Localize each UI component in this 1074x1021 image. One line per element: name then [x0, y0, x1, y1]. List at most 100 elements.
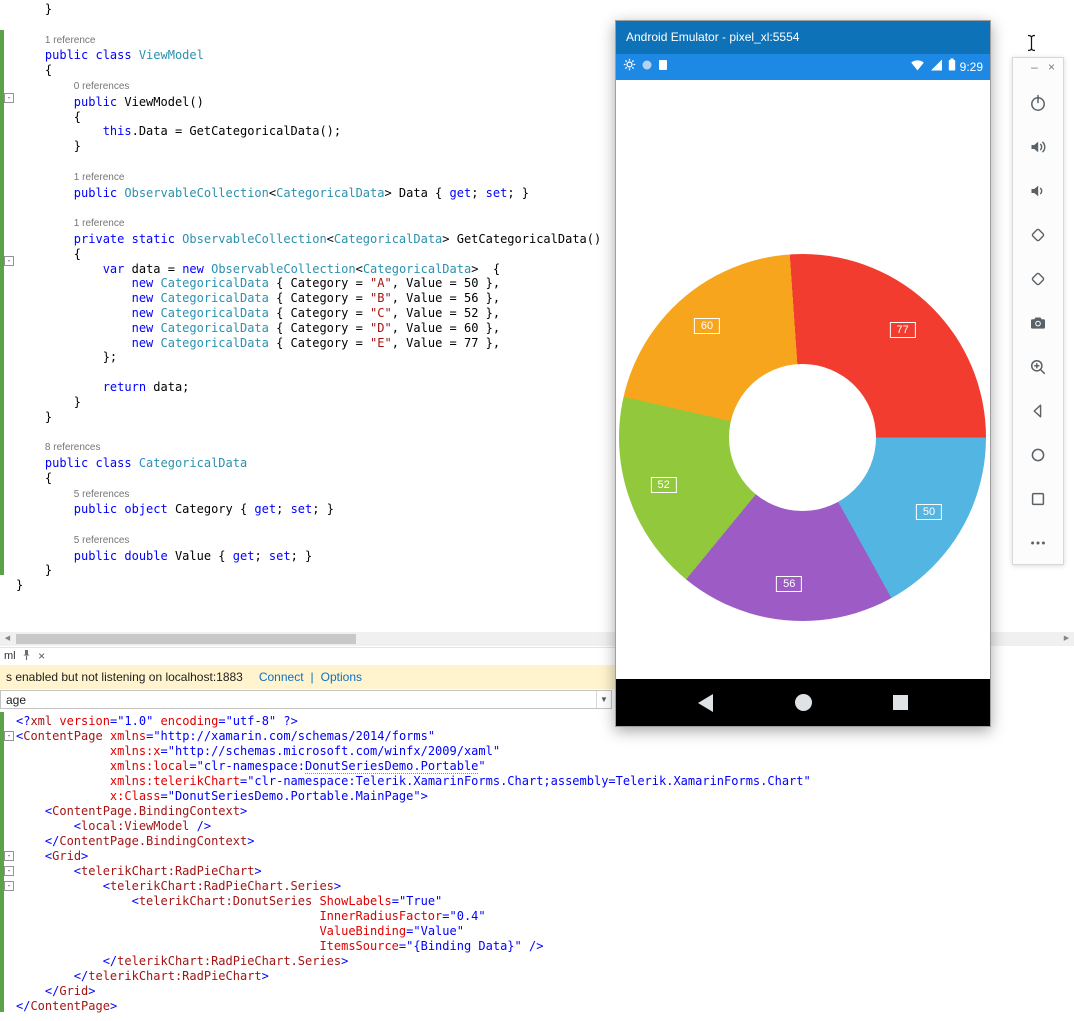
code-line[interactable]: }: [16, 139, 601, 154]
code-line[interactable]: </telerikChart:RadPieChart>: [16, 969, 811, 984]
code-line[interactable]: };: [16, 350, 601, 365]
collapse-toggle[interactable]: -: [4, 255, 14, 266]
code-line[interactable]: public ViewModel(): [16, 95, 601, 110]
emu-tool-rotate-right-icon[interactable]: [1025, 266, 1051, 292]
code-line[interactable]: <telerikChart:RadPieChart.Series>: [16, 879, 811, 894]
chart-label: 77: [889, 322, 916, 339]
code-line[interactable]: 5 references: [16, 486, 601, 503]
code-line[interactable]: xmlns:telerikChart="clr-namespace:Teleri…: [16, 774, 811, 789]
document-tab[interactable]: ml: [0, 650, 20, 662]
code-line[interactable]: }: [16, 563, 601, 578]
code-line[interactable]: public object Category { get; set; }: [16, 502, 601, 517]
code-line[interactable]: this.Data = GetCategoricalData();: [16, 124, 601, 139]
code-line[interactable]: <Grid>: [16, 849, 811, 864]
code-line[interactable]: <ContentPage.BindingContext>: [16, 804, 811, 819]
home-button[interactable]: [794, 694, 812, 711]
code-line[interactable]: ValueBinding="Value": [16, 924, 811, 939]
code-line[interactable]: [16, 200, 601, 215]
code-line[interactable]: public class ViewModel: [16, 48, 601, 63]
back-button[interactable]: [697, 693, 713, 712]
emu-tool-back-icon[interactable]: [1025, 398, 1051, 424]
collapse-toggle[interactable]: -: [4, 92, 14, 103]
emu-tool-more-icon[interactable]: [1025, 530, 1051, 556]
collapse-toggle[interactable]: -: [4, 866, 14, 876]
element-dropdown[interactable]: age ▼: [0, 690, 612, 709]
chart-label: 50: [915, 504, 943, 521]
code-line[interactable]: </Grid>: [16, 984, 811, 999]
emu-tool-home-icon[interactable]: [1025, 442, 1051, 468]
recents-button[interactable]: [893, 695, 909, 710]
minimize-button[interactable]: –: [1026, 60, 1043, 74]
code-line[interactable]: [16, 424, 601, 439]
code-line[interactable]: new CategoricalData { Category = "B", Va…: [16, 291, 601, 306]
code-line[interactable]: </ContentPage>: [16, 999, 811, 1014]
code-line[interactable]: private static ObservableCollection<Cate…: [16, 232, 601, 247]
code-line[interactable]: <telerikChart:RadPieChart>: [16, 864, 811, 879]
collapse-toggle[interactable]: -: [4, 881, 14, 891]
code-line[interactable]: {: [16, 110, 601, 125]
options-link[interactable]: Options: [321, 670, 362, 684]
emu-tool-volume-up-icon[interactable]: [1025, 134, 1051, 160]
code-line[interactable]: {: [16, 471, 601, 486]
code-line[interactable]: 1 reference: [16, 169, 601, 186]
emu-tool-volume-down-icon[interactable]: [1025, 178, 1051, 204]
code-line[interactable]: ItemsSource="{Binding Data}" />: [16, 939, 811, 954]
code-line[interactable]: InnerRadiusFactor="0.4": [16, 909, 811, 924]
wifi-icon: [910, 58, 925, 76]
code-line[interactable]: [16, 17, 601, 32]
collapse-toggle[interactable]: -: [4, 731, 14, 741]
code-line[interactable]: new CategoricalData { Category = "E", Va…: [16, 336, 601, 351]
code-line[interactable]: 0 references: [16, 78, 601, 95]
code-line[interactable]: <telerikChart:DonutSeries ShowLabels="Tr…: [16, 894, 811, 909]
code-line[interactable]: <local:ViewModel />: [16, 819, 811, 834]
code-line[interactable]: 5 references: [16, 532, 601, 549]
code-line[interactable]: var data = new ObservableCollection<Cate…: [16, 262, 601, 277]
code-line[interactable]: public class CategoricalData: [16, 456, 601, 471]
close-button[interactable]: ×: [1043, 60, 1060, 74]
code-line[interactable]: </ContentPage.BindingContext>: [16, 834, 811, 849]
code-line[interactable]: {: [16, 247, 601, 262]
code-line[interactable]: x:Class="DonutSeriesDemo.Portable.MainPa…: [16, 789, 811, 804]
donut-hole: [729, 364, 876, 511]
code-line[interactable]: new CategoricalData { Category = "A", Va…: [16, 276, 601, 291]
code-line[interactable]: xmlns:x="http://schemas.microsoft.com/wi…: [16, 744, 811, 759]
code-line[interactable]: {: [16, 63, 601, 78]
emu-tool-zoom-icon[interactable]: [1025, 354, 1051, 380]
pin-icon[interactable]: [20, 649, 34, 664]
connect-link[interactable]: Connect: [259, 670, 304, 684]
android-screen[interactable]: 50 56 52 60 77: [616, 80, 990, 679]
code-line[interactable]: return data;: [16, 380, 601, 395]
emu-tool-power-icon[interactable]: [1025, 90, 1051, 116]
code-line[interactable]: }: [16, 410, 601, 425]
csharp-editor[interactable]: } 1 reference public class ViewModel { 0…: [16, 2, 601, 593]
code-line[interactable]: public double Value { get; set; }: [16, 549, 601, 564]
emu-tool-screenshot-icon[interactable]: [1025, 310, 1051, 336]
code-line[interactable]: }: [16, 578, 601, 593]
code-line[interactable]: new CategoricalData { Category = "D", Va…: [16, 321, 601, 336]
close-icon[interactable]: ×: [34, 649, 50, 663]
chevron-down-icon[interactable]: ▼: [596, 691, 611, 708]
code-line[interactable]: xmlns:local="clr-namespace:DonutSeriesDe…: [16, 759, 811, 774]
code-line[interactable]: new CategoricalData { Category = "C", Va…: [16, 306, 601, 321]
code-line[interactable]: [16, 517, 601, 532]
scroll-right-arrow[interactable]: ▶: [1059, 632, 1074, 646]
code-line[interactable]: 8 references: [16, 439, 601, 456]
code-line[interactable]: 1 reference: [16, 32, 601, 49]
emu-tool-rotate-left-icon[interactable]: [1025, 222, 1051, 248]
text-cursor-icon: [1026, 34, 1037, 57]
code-line[interactable]: <ContentPage xmlns="http://xamarin.com/s…: [16, 729, 811, 744]
code-line[interactable]: }: [16, 2, 601, 17]
code-line[interactable]: public ObservableCollection<CategoricalD…: [16, 186, 601, 201]
emulator-title-bar[interactable]: Android Emulator - pixel_xl:5554: [616, 21, 990, 54]
collapse-toggle[interactable]: -: [4, 851, 14, 861]
emu-tool-overview-icon[interactable]: [1025, 486, 1051, 512]
code-line[interactable]: [16, 365, 601, 380]
scrollbar-thumb[interactable]: [16, 634, 356, 644]
scroll-left-arrow[interactable]: ◀: [0, 632, 15, 646]
code-line[interactable]: }: [16, 395, 601, 410]
xaml-editor[interactable]: <?xml version="1.0" encoding="utf-8" ?> <…: [16, 714, 811, 1014]
code-line[interactable]: 1 reference: [16, 215, 601, 232]
donut-chart[interactable]: 50 56 52 60 77: [619, 254, 986, 621]
code-line[interactable]: </telerikChart:RadPieChart.Series>: [16, 954, 811, 969]
code-line[interactable]: [16, 154, 601, 169]
